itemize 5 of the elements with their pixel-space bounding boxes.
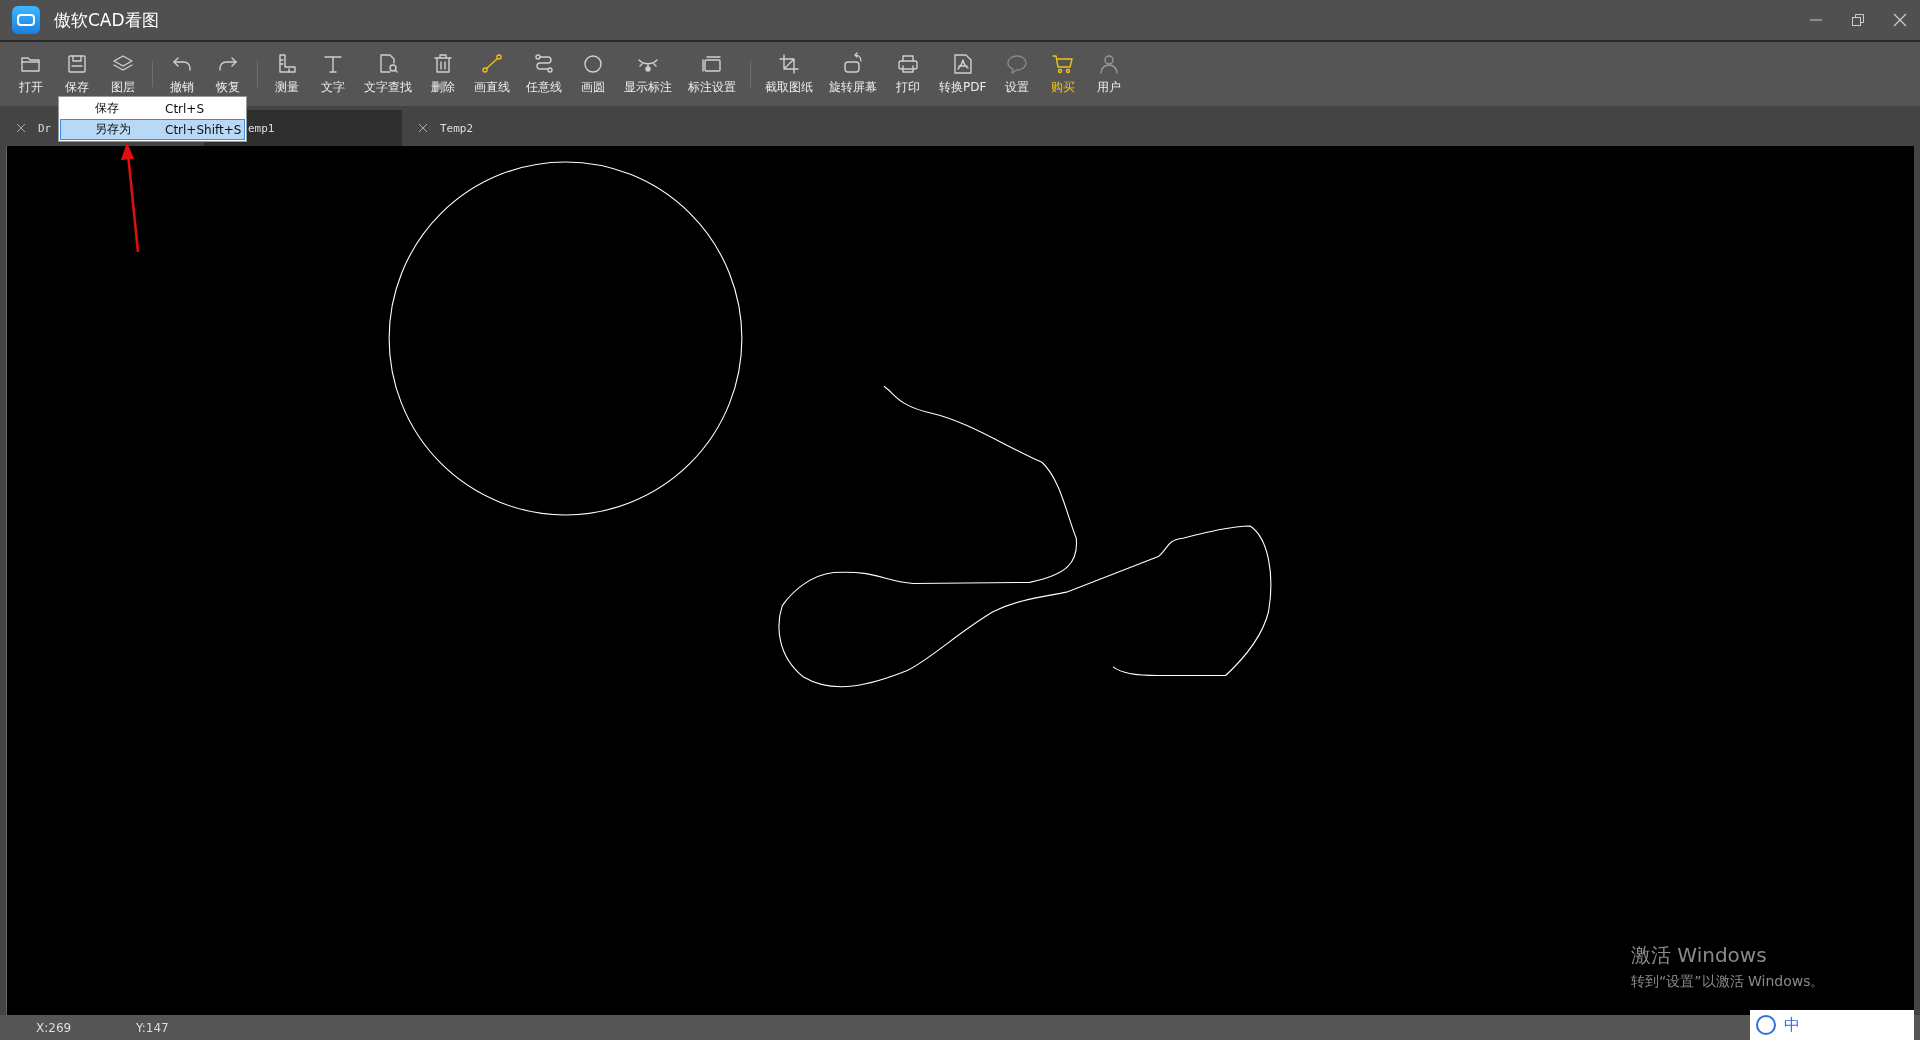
activation-title: 激活 Windows <box>1631 942 1768 969</box>
activation-text: 转到“设置”以激活 Windows。 <box>1631 973 1825 991</box>
x-coordinate: X:269 <box>36 1020 73 1035</box>
y-coordinate: Y:147 <box>136 1020 169 1035</box>
window-title: 傲软CAD看图 <box>54 8 159 32</box>
